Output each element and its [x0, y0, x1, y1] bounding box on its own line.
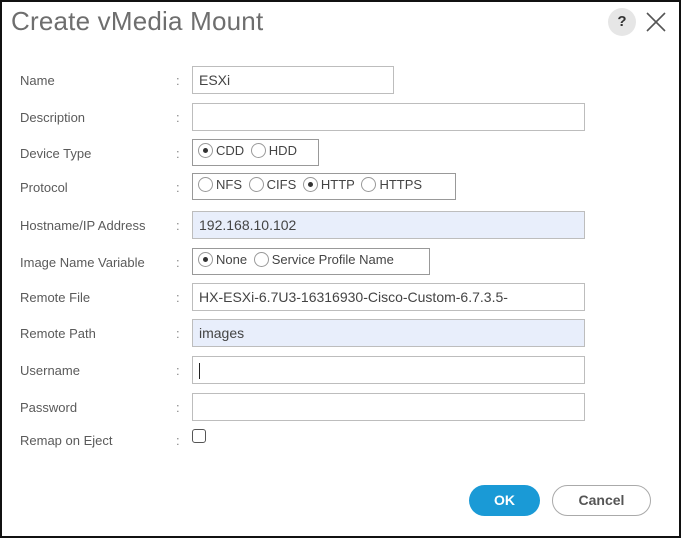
- radio-unchecked-icon: [250, 143, 266, 158]
- radio-label: HTTP: [320, 177, 355, 192]
- description-input[interactable]: [192, 103, 585, 131]
- remote-path-input[interactable]: images: [192, 319, 585, 347]
- colon: :: [176, 326, 180, 341]
- colon: :: [176, 73, 180, 88]
- remap-on-eject-checkbox[interactable]: [192, 429, 206, 443]
- remote-file-row: Remote File : HX-ESXi-6.7U3-16316930-Cis…: [2, 283, 681, 313]
- remote-path-label: Remote Path: [20, 326, 96, 341]
- help-button[interactable]: ?: [608, 8, 636, 36]
- protocol-label: Protocol: [20, 180, 68, 195]
- radio-label: None: [216, 252, 248, 267]
- colon: :: [176, 110, 180, 125]
- radio-checked-icon: [198, 143, 213, 158]
- protocol-radio-group: NFS CIFS HTTP HTTPS: [192, 173, 456, 200]
- radio-label: CDD: [216, 143, 245, 158]
- create-vmedia-mount-dialog: Create vMedia Mount ? Name : ESXi Descri…: [0, 0, 681, 538]
- radio-cdd[interactable]: CDD: [198, 143, 244, 158]
- password-row: Password :: [2, 393, 681, 423]
- hostname-label: Hostname/IP Address: [20, 218, 146, 233]
- radio-none[interactable]: None: [198, 252, 247, 267]
- device-type-radio-group: CDD HDD: [192, 139, 319, 166]
- close-button[interactable]: [643, 9, 669, 35]
- colon: :: [176, 180, 180, 195]
- text-cursor: [199, 363, 200, 380]
- dialog-title: Create vMedia Mount: [11, 6, 264, 36]
- radio-checked-icon: [302, 177, 318, 192]
- radio-http[interactable]: HTTP: [302, 177, 355, 192]
- remote-file-input[interactable]: HX-ESXi-6.7U3-16316930-Cisco-Custom-6.7.…: [192, 283, 585, 311]
- username-row: Username :: [2, 356, 681, 386]
- radio-unchecked-icon: [248, 177, 264, 192]
- description-label: Description: [20, 110, 86, 125]
- device-type-label: Device Type: [20, 146, 92, 161]
- radio-label: HTTPS: [379, 177, 423, 192]
- colon: :: [176, 146, 180, 161]
- close-icon: [646, 12, 666, 32]
- colon: :: [176, 290, 180, 305]
- cancel-button[interactable]: Cancel: [552, 485, 651, 516]
- username-label: Username: [20, 363, 80, 378]
- hostname-input[interactable]: 192.168.10.102: [192, 211, 585, 239]
- radio-unchecked-icon: [253, 252, 269, 267]
- remote-path-row: Remote Path : images: [2, 319, 681, 349]
- colon: :: [176, 218, 180, 233]
- radio-label: CIFS: [266, 177, 297, 192]
- radio-label: NFS: [216, 177, 242, 192]
- protocol-row: Protocol : NFS CIFS HTTP HTTPS: [2, 173, 681, 203]
- hostname-row: Hostname/IP Address : 192.168.10.102: [2, 211, 681, 241]
- radio-nfs[interactable]: NFS: [198, 177, 242, 192]
- device-type-row: Device Type : CDD HDD: [2, 139, 681, 169]
- radio-label: Service Profile Name: [271, 252, 394, 267]
- radio-cifs[interactable]: CIFS: [248, 177, 297, 192]
- remap-on-eject-label: Remap on Eject: [20, 433, 113, 448]
- radio-label: HDD: [268, 143, 297, 158]
- remote-file-label: Remote File: [20, 290, 91, 305]
- radio-checked-icon: [198, 252, 213, 267]
- name-row: Name : ESXi: [2, 66, 681, 96]
- password-label: Password: [20, 400, 78, 415]
- image-name-variable-row: Image Name Variable : None Service Profi…: [2, 248, 681, 278]
- image-name-variable-radio-group: None Service Profile Name: [192, 248, 430, 275]
- remap-on-eject-row: Remap on Eject :: [2, 426, 681, 456]
- name-label: Name: [20, 73, 55, 88]
- radio-https[interactable]: HTTPS: [361, 177, 422, 192]
- colon: :: [176, 400, 180, 415]
- ok-button[interactable]: OK: [469, 485, 540, 516]
- radio-unchecked-icon: [361, 177, 377, 192]
- colon: :: [176, 363, 180, 378]
- colon: :: [176, 433, 180, 448]
- radio-service-profile-name[interactable]: Service Profile Name: [253, 252, 394, 267]
- radio-hdd[interactable]: HDD: [250, 143, 297, 158]
- description-row: Description :: [2, 103, 681, 133]
- radio-unchecked-icon: [198, 177, 213, 192]
- password-input[interactable]: [192, 393, 585, 421]
- username-input[interactable]: [192, 356, 585, 384]
- name-input[interactable]: ESXi: [192, 66, 394, 94]
- image-name-variable-label: Image Name Variable: [20, 255, 145, 270]
- colon: :: [176, 255, 180, 270]
